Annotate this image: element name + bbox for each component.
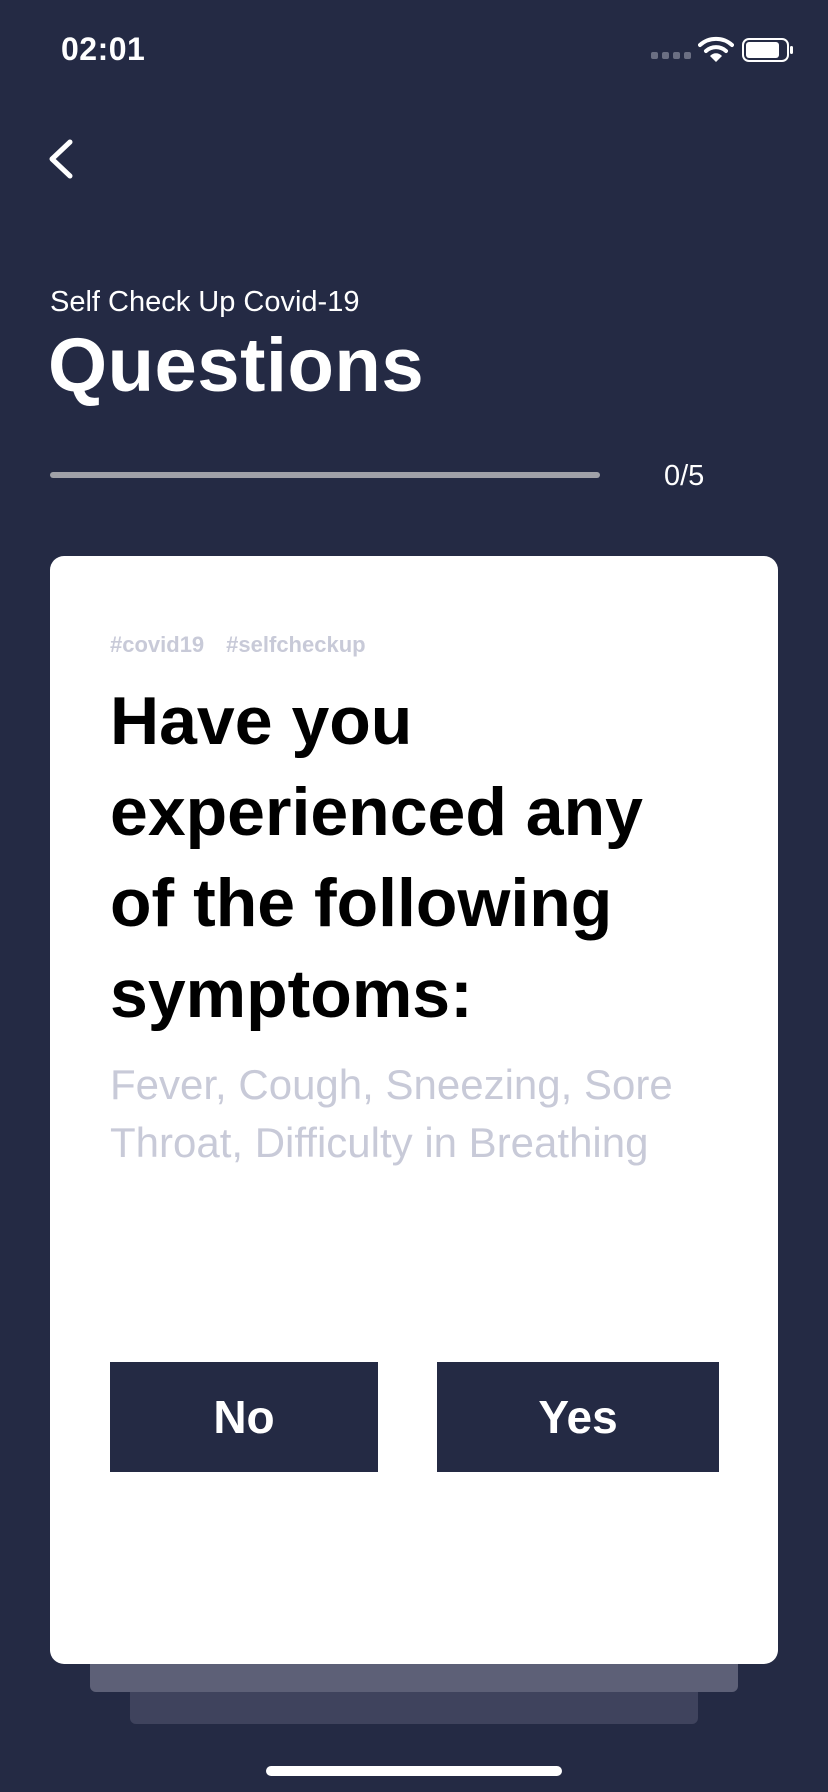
status-time: 02:01	[61, 31, 146, 67]
page-title: Questions	[48, 323, 425, 408]
battery-icon	[742, 38, 793, 62]
progress-label: 0/5	[664, 460, 705, 492]
chevron-left-icon	[49, 139, 73, 179]
yes-button[interactable]: Yes	[437, 1362, 719, 1472]
tag-covid19: #covid19	[110, 632, 205, 657]
cellular-signal-icon	[651, 52, 691, 59]
no-button[interactable]: No	[110, 1362, 378, 1472]
tag-list: #covid19 #selfcheckup	[110, 632, 366, 658]
wifi-icon	[698, 36, 734, 62]
status-bar: 02:01	[0, 0, 828, 100]
page-subtitle: Self Check Up Covid-19	[50, 286, 360, 318]
home-indicator[interactable]	[266, 1766, 562, 1776]
progress-bar	[50, 472, 600, 478]
back-button[interactable]	[40, 130, 88, 186]
question-card: #covid19 #selfcheckup Have you experienc…	[50, 556, 778, 1664]
symptoms-text: Fever, Cough, Sneezing, Sore Throat, Dif…	[110, 1061, 673, 1166]
tag-selfcheckup: #selfcheckup	[226, 632, 366, 657]
question-text: Have you experienced any of the followin…	[110, 683, 643, 1032]
